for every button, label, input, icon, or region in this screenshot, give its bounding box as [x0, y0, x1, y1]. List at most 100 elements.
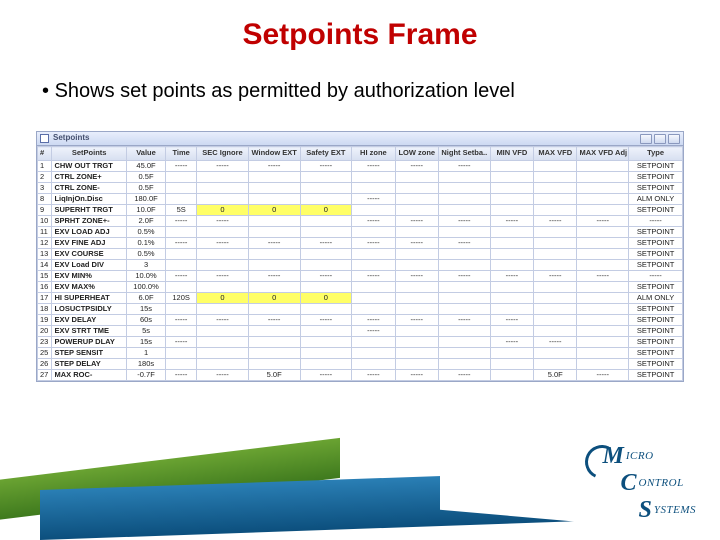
table-cell[interactable] — [490, 172, 533, 183]
table-cell[interactable]: 60s — [126, 315, 165, 326]
table-cell[interactable]: 0 — [197, 293, 249, 304]
table-cell[interactable]: ----- — [352, 238, 395, 249]
table-cell[interactable] — [248, 216, 300, 227]
table-cell[interactable] — [166, 282, 197, 293]
table-cell[interactable] — [490, 205, 533, 216]
col-header[interactable]: # — [38, 147, 52, 161]
table-cell[interactable]: 180.0F — [126, 194, 165, 205]
table-cell[interactable]: 27 — [38, 370, 52, 381]
table-cell[interactable] — [197, 348, 249, 359]
table-cell[interactable]: ----- — [534, 337, 577, 348]
table-cell[interactable] — [577, 315, 629, 326]
table-cell[interactable] — [534, 249, 577, 260]
table-cell[interactable] — [197, 359, 249, 370]
col-header[interactable]: Time — [166, 147, 197, 161]
table-cell[interactable] — [577, 227, 629, 238]
table-cell[interactable] — [166, 194, 197, 205]
table-cell[interactable] — [166, 183, 197, 194]
table-cell[interactable] — [300, 260, 352, 271]
table-cell[interactable]: ----- — [352, 194, 395, 205]
setpoint-name-cell[interactable]: CHW OUT TRGT — [52, 161, 126, 172]
table-cell[interactable]: 13 — [38, 249, 52, 260]
table-cell[interactable] — [352, 249, 395, 260]
table-cell[interactable]: ----- — [197, 370, 249, 381]
table-cell[interactable]: ----- — [395, 315, 438, 326]
table-cell[interactable] — [197, 337, 249, 348]
table-cell[interactable]: SETPOINT — [629, 205, 683, 216]
col-header[interactable]: SEC Ignore — [197, 147, 249, 161]
table-cell[interactable]: 0 — [300, 205, 352, 216]
table-cell[interactable]: SETPOINT — [629, 326, 683, 337]
maximize-button[interactable] — [654, 134, 666, 144]
table-cell[interactable]: ----- — [438, 315, 490, 326]
col-header[interactable]: HI zone — [352, 147, 395, 161]
table-cell[interactable] — [438, 304, 490, 315]
table-cell[interactable] — [438, 205, 490, 216]
table-cell[interactable]: 14 — [38, 260, 52, 271]
table-cell[interactable]: ----- — [197, 315, 249, 326]
table-cell[interactable]: 0 — [197, 205, 249, 216]
table-cell[interactable]: SETPOINT — [629, 249, 683, 260]
table-cell[interactable] — [438, 293, 490, 304]
table-cell[interactable] — [577, 337, 629, 348]
table-cell[interactable]: 16 — [38, 282, 52, 293]
table-cell[interactable] — [248, 282, 300, 293]
table-cell[interactable] — [300, 326, 352, 337]
table-cell[interactable] — [534, 205, 577, 216]
table-cell[interactable] — [197, 227, 249, 238]
table-row[interactable]: 25STEP SENSIT1SETPOINT — [38, 348, 683, 359]
table-cell[interactable]: ----- — [534, 271, 577, 282]
table-cell[interactable] — [395, 172, 438, 183]
table-cell[interactable] — [395, 359, 438, 370]
table-cell[interactable] — [248, 183, 300, 194]
setpoint-name-cell[interactable]: CTRL ZONE+ — [52, 172, 126, 183]
table-cell[interactable]: ----- — [352, 315, 395, 326]
table-cell[interactable] — [395, 205, 438, 216]
table-cell[interactable] — [166, 249, 197, 260]
table-cell[interactable] — [534, 304, 577, 315]
col-header[interactable]: MIN VFD — [490, 147, 533, 161]
table-cell[interactable] — [490, 348, 533, 359]
table-cell[interactable]: 10.0F — [126, 205, 165, 216]
table-cell[interactable] — [166, 348, 197, 359]
table-cell[interactable]: 45.0F — [126, 161, 165, 172]
table-cell[interactable]: 8 — [38, 194, 52, 205]
table-cell[interactable]: ----- — [490, 271, 533, 282]
table-cell[interactable]: 5.0F — [248, 370, 300, 381]
table-cell[interactable] — [577, 172, 629, 183]
table-cell[interactable] — [300, 348, 352, 359]
table-cell[interactable]: ----- — [166, 271, 197, 282]
table-cell[interactable] — [490, 227, 533, 238]
table-cell[interactable] — [577, 293, 629, 304]
table-cell[interactable]: 1 — [38, 161, 52, 172]
table-cell[interactable] — [438, 260, 490, 271]
table-row[interactable]: 26STEP DELAY180sSETPOINT — [38, 359, 683, 370]
table-cell[interactable] — [352, 293, 395, 304]
setpoint-name-cell[interactable]: MAX ROC- — [52, 370, 126, 381]
table-cell[interactable] — [300, 337, 352, 348]
table-cell[interactable] — [395, 348, 438, 359]
table-cell[interactable]: 12 — [38, 238, 52, 249]
table-row[interactable]: 13EXV COURSE0.5%SETPOINT — [38, 249, 683, 260]
table-cell[interactable]: ----- — [300, 238, 352, 249]
table-cell[interactable]: 15 — [38, 271, 52, 282]
table-cell[interactable] — [352, 282, 395, 293]
table-cell[interactable] — [490, 359, 533, 370]
table-cell[interactable]: ----- — [197, 238, 249, 249]
table-cell[interactable] — [248, 326, 300, 337]
table-cell[interactable]: ----- — [300, 161, 352, 172]
table-cell[interactable]: ----- — [248, 315, 300, 326]
table-cell[interactable] — [490, 183, 533, 194]
table-cell[interactable]: 6.0F — [126, 293, 165, 304]
table-cell[interactable]: 20 — [38, 326, 52, 337]
setpoint-name-cell[interactable]: LOSUCTPSIDLY — [52, 304, 126, 315]
table-cell[interactable] — [534, 194, 577, 205]
setpoint-name-cell[interactable]: EXV Load DIV — [52, 260, 126, 271]
table-cell[interactable] — [395, 293, 438, 304]
table-row[interactable]: 20EXV STRT TME5s-----SETPOINT — [38, 326, 683, 337]
table-cell[interactable]: 100.0% — [126, 282, 165, 293]
table-cell[interactable] — [166, 227, 197, 238]
table-cell[interactable] — [248, 359, 300, 370]
table-cell[interactable]: SETPOINT — [629, 348, 683, 359]
col-header[interactable]: Type — [629, 147, 683, 161]
